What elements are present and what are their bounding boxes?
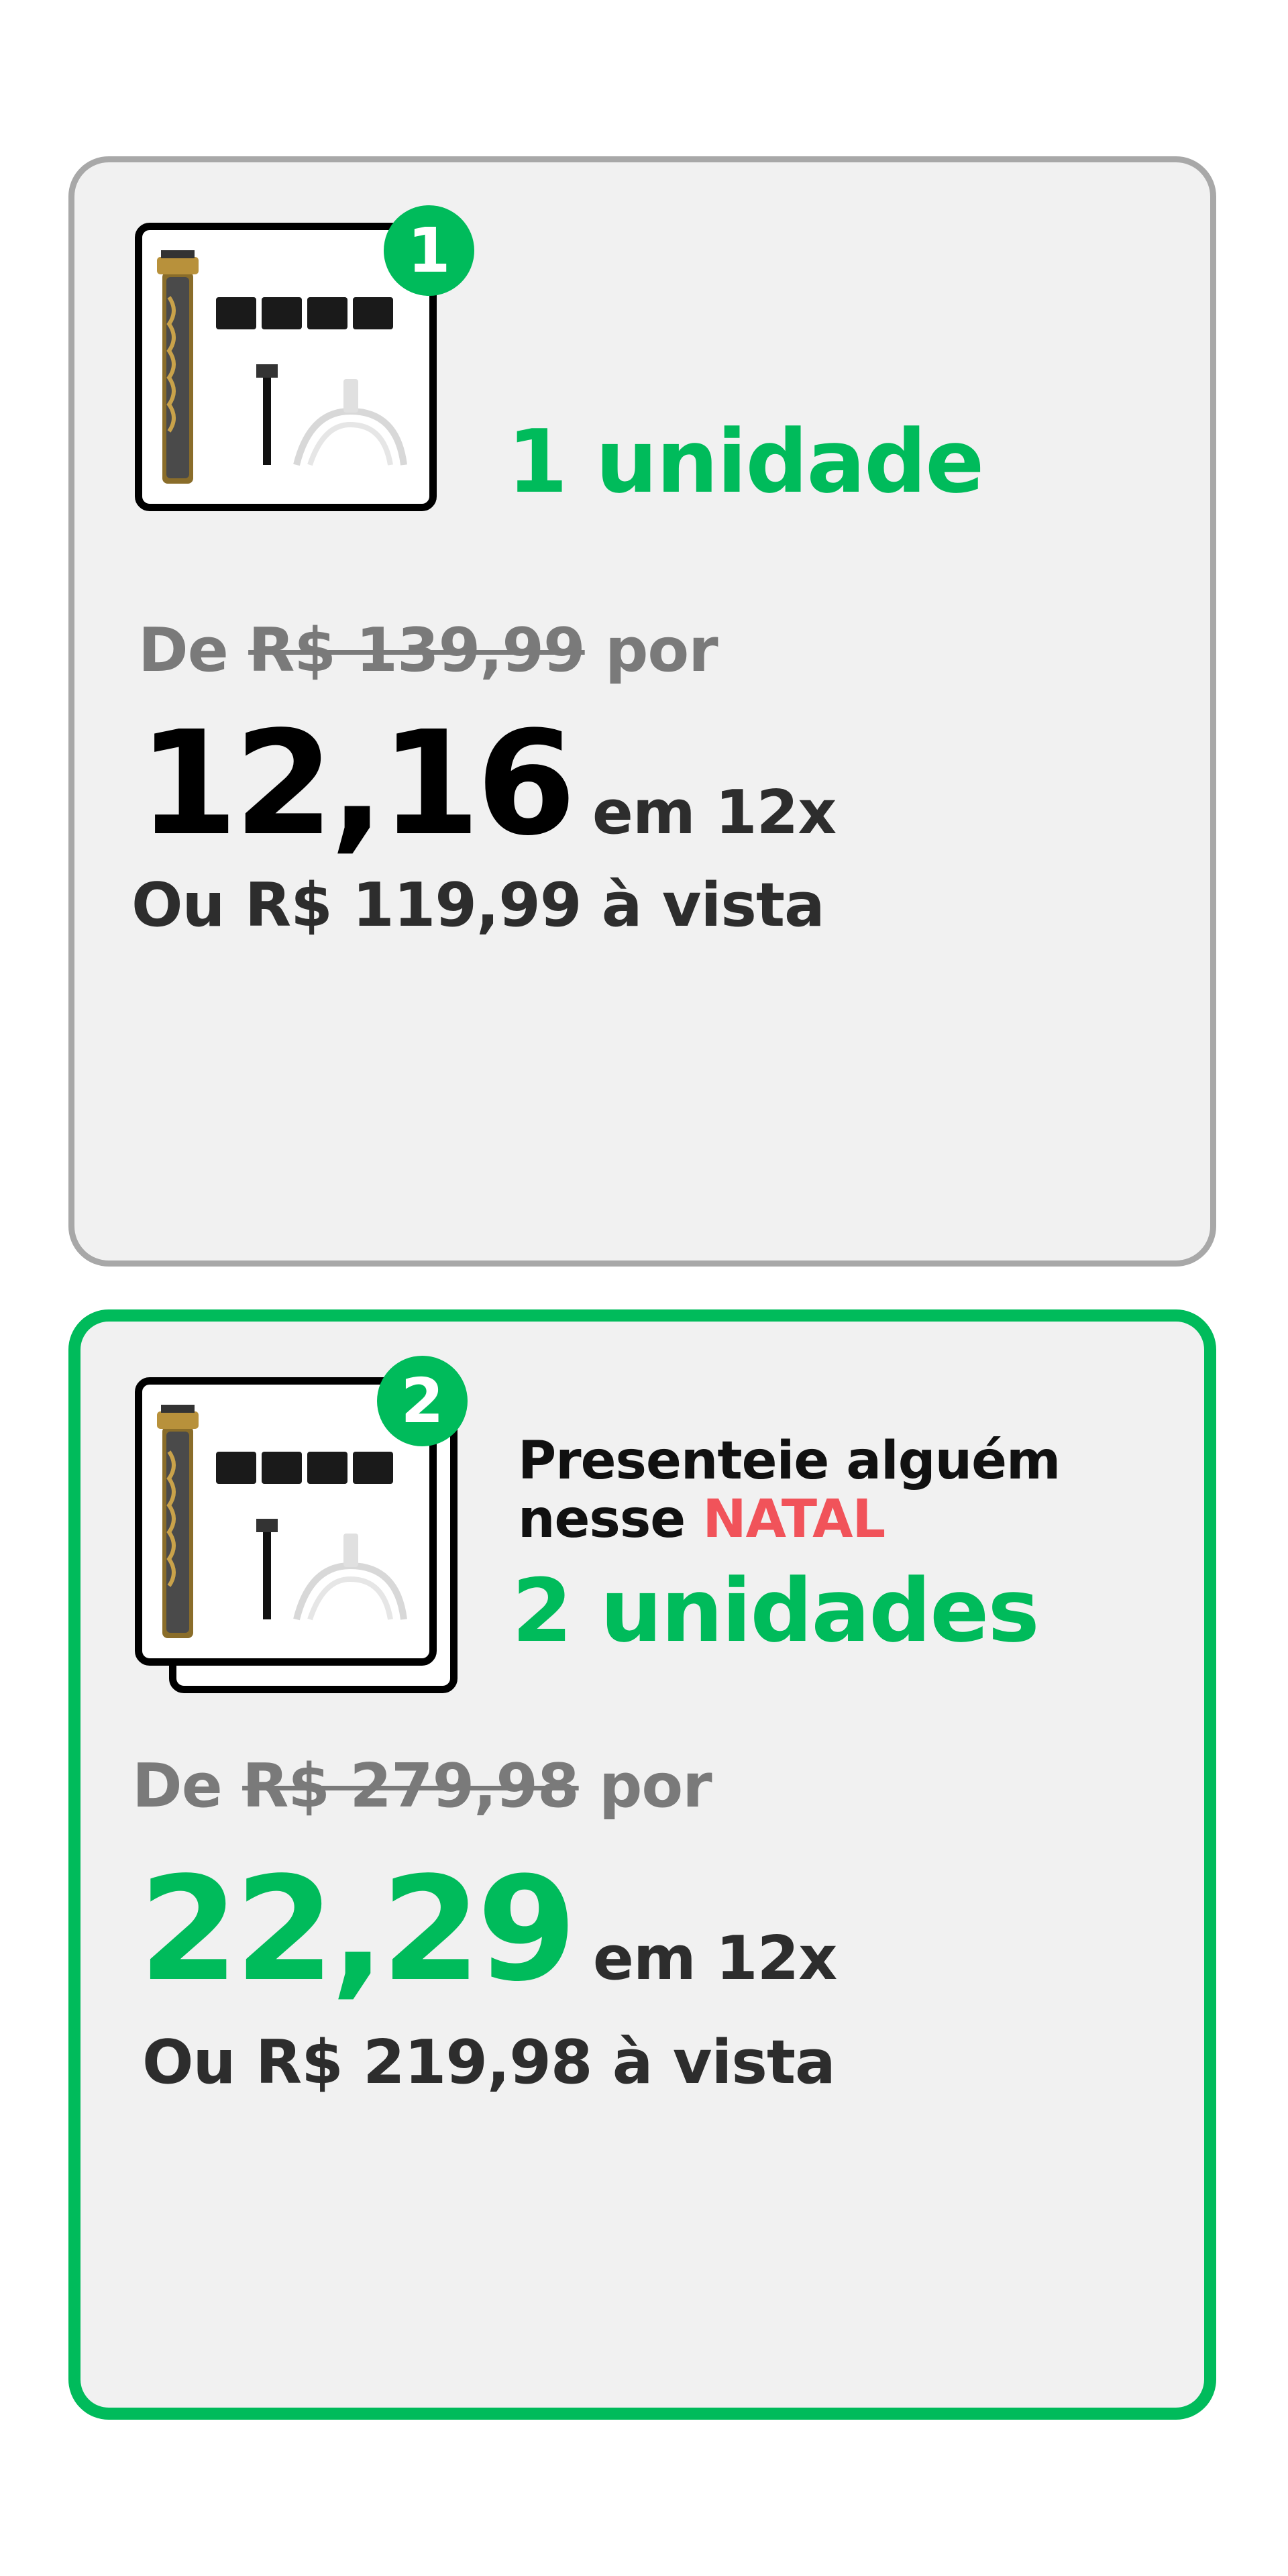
installment-count: em 12x	[592, 1923, 837, 1994]
original-price-line: De R$ 139,99 por	[138, 615, 718, 686]
installment-count: em 12x	[592, 777, 837, 848]
offer-card-1-unit[interactable]: 1 1 unidade De R$ 139,99 por 12,16 em 12…	[68, 156, 1216, 1267]
original-price: R$ 279,98	[242, 1751, 580, 1821]
promo-text: Presenteie alguém nesse NATAL	[518, 1431, 1061, 1550]
installment-price: 22,29	[139, 1846, 577, 2013]
quantity-badge: 2	[377, 1356, 468, 1446]
original-price: R$ 139,99	[248, 615, 586, 686]
installment-price: 12,16	[138, 700, 576, 867]
quantity-label: 1 unidade	[507, 411, 984, 513]
original-price-line: De R$ 279,98 por	[132, 1751, 712, 1821]
cash-price: Ou R$ 119,99 à vista	[131, 870, 825, 941]
installment-line: 12,16 em 12x	[138, 700, 837, 867]
hair-trimmer-kit-icon	[157, 250, 407, 484]
quantity-label: 2 unidades	[512, 1560, 1040, 1662]
offer-card-2-units[interactable]: 2 Presenteie alguém nesse NATAL 2 unidad…	[68, 1309, 1216, 2420]
quantity-badge: 1	[384, 205, 474, 296]
cash-price: Ou R$ 219,98 à vista	[142, 2027, 836, 2098]
promo-highlight: NATAL	[702, 1489, 885, 1550]
installment-line: 22,29 em 12x	[139, 1858, 837, 2002]
